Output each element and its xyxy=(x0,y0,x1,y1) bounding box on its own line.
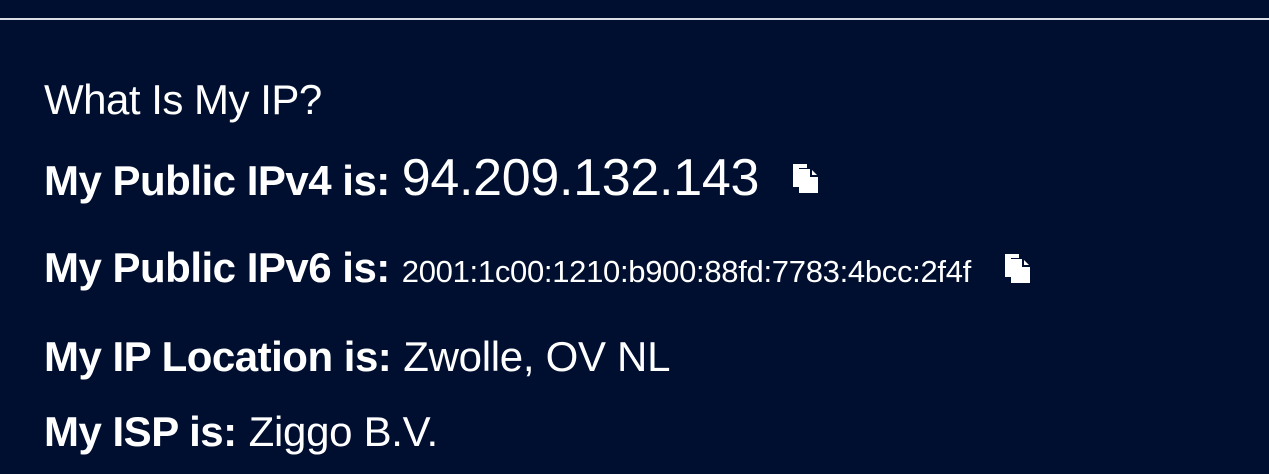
isp-row: My ISP is: Ziggo B.V. xyxy=(44,408,438,456)
ipv4-row: My Public IPv4 is: 94.209.132.143 xyxy=(44,148,823,208)
ip-info-panel: What Is My IP? My Public IPv4 is: 94.209… xyxy=(44,0,1244,474)
location-label: My IP Location is: xyxy=(44,333,392,380)
isp-value: Ziggo B.V. xyxy=(248,408,439,455)
ipv4-value[interactable]: 94.209.132.143 xyxy=(402,148,760,208)
ipv4-label: My Public IPv4 is: xyxy=(44,157,390,204)
location-value: Zwolle, OV NL xyxy=(403,333,671,380)
copy-ipv4-button[interactable] xyxy=(789,161,823,195)
ipv6-label: My Public IPv6 is: xyxy=(44,244,390,291)
page-title: What Is My IP? xyxy=(44,76,322,123)
ipv6-value[interactable]: 2001:1c00:1210:b900:88fd:7783:4bcc:2f4f xyxy=(402,254,971,290)
copy-icon xyxy=(1004,254,1030,283)
ipv6-row: My Public IPv6 is: 2001:1c00:1210:b900:8… xyxy=(44,244,1035,292)
location-row: My IP Location is: Zwolle, OV NL xyxy=(44,333,670,381)
copy-icon xyxy=(793,164,819,193)
isp-label: My ISP is: xyxy=(44,408,237,455)
copy-ipv6-button[interactable] xyxy=(1001,251,1035,285)
